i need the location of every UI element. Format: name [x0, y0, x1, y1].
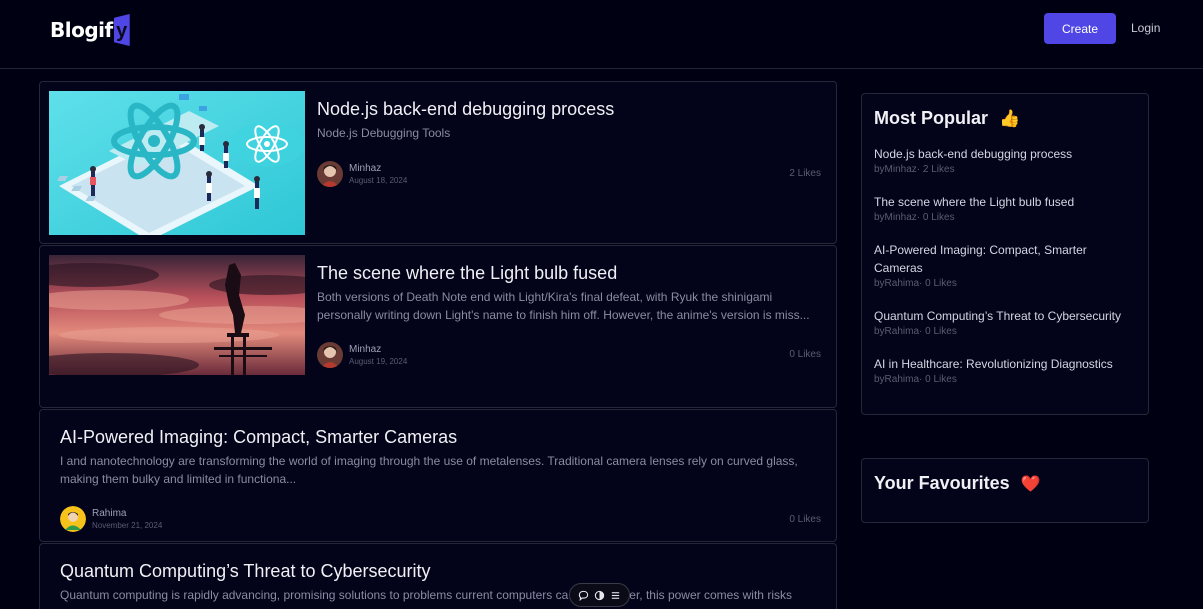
popular-item[interactable]: Node.js back-end debugging process byMin…: [874, 145, 1134, 175]
popular-item-title[interactable]: The scene where the Light bulb fused: [874, 193, 1134, 211]
blogify-logo[interactable]: Blogif y: [50, 14, 130, 46]
post-card[interactable]: Quantum Computing’s Threat to Cybersecur…: [39, 543, 837, 609]
popular-item-meta: byMinhaz· 2 Likes: [874, 164, 955, 175]
favourites-label: Your Favourites: [874, 473, 1010, 493]
post-subtitle: Node.js Debugging Tools: [317, 126, 451, 140]
popular-item-title[interactable]: Quantum Computing’s Threat to Cybersecur…: [874, 307, 1134, 325]
author-name[interactable]: Rahima: [92, 508, 162, 519]
post-thumbnail[interactable]: [49, 91, 305, 235]
popular-item-meta: byRahima· 0 Likes: [874, 326, 957, 337]
heart-icon: ❤️: [1020, 476, 1041, 493]
avatar: [317, 161, 343, 187]
post-date: November 21, 2024: [92, 521, 163, 530]
likes-count: 0 Likes: [789, 349, 821, 360]
favourites-panel: Your Favourites ❤️: [861, 458, 1149, 523]
post-subtitle: I and nanotechnology are transforming th…: [60, 454, 798, 486]
author-meta: Minhaz August 19, 2024: [349, 344, 407, 366]
create-button[interactable]: Create: [1044, 13, 1116, 44]
post-author[interactable]: Rahima November 21, 2024: [60, 506, 162, 532]
author-meta: Minhaz August 18, 2024: [349, 163, 407, 185]
popular-item-meta: byRahima· 0 Likes: [874, 278, 957, 289]
popular-item-meta: byMinhaz· 0 Likes: [874, 212, 955, 223]
likes-count: 2 Likes: [789, 168, 821, 179]
post-title[interactable]: Node.js back-end debugging process: [317, 99, 614, 120]
likes-count: 0 Likes: [789, 514, 821, 525]
thumbs-up-icon: 👍: [999, 109, 1021, 128]
logo-mark: y: [113, 14, 130, 46]
post-subtitle: Both versions of Death Note end with Lig…: [317, 290, 810, 322]
author-name[interactable]: Minhaz: [349, 344, 407, 355]
author-name[interactable]: Minhaz: [349, 163, 407, 174]
popular-item[interactable]: The scene where the Light bulb fused byM…: [874, 193, 1134, 223]
anime-scene-image: [49, 255, 305, 375]
menu-icon[interactable]: [609, 589, 621, 601]
react-illustration-image: [49, 91, 305, 235]
top-navbar: Blogif y Create Login: [0, 0, 1203, 69]
post-title[interactable]: The scene where the Light bulb fused: [317, 263, 617, 284]
post-title[interactable]: Quantum Computing’s Threat to Cybersecur…: [60, 561, 431, 582]
popular-item[interactable]: AI in Healthcare: Revolutionizing Diagno…: [874, 355, 1134, 385]
author-meta: Rahima November 21, 2024: [92, 508, 162, 530]
post-title[interactable]: AI-Powered Imaging: Compact, Smarter Cam…: [60, 427, 457, 448]
popular-item-meta: byRahima· 0 Likes: [874, 374, 957, 385]
popular-item-title[interactable]: AI-Powered Imaging: Compact, Smarter Cam…: [874, 241, 1094, 277]
avatar: [60, 506, 86, 532]
post-subtitle-start: Quantum computing is rapidly advancing, …: [60, 588, 569, 602]
logo-text: Blogif: [50, 18, 113, 42]
login-link[interactable]: Login: [1131, 21, 1160, 35]
most-popular-title: Most Popular 👍: [874, 108, 1020, 129]
avatar: [317, 342, 343, 368]
popular-item-title[interactable]: AI in Healthcare: Revolutionizing Diagno…: [874, 355, 1134, 373]
popular-item[interactable]: Quantum Computing’s Threat to Cybersecur…: [874, 307, 1134, 337]
post-date: August 18, 2024: [349, 176, 408, 185]
post-card[interactable]: The scene where the Light bulb fused Bot…: [39, 245, 837, 408]
floating-toolbar: [569, 583, 630, 607]
toggle-icon[interactable]: [594, 589, 606, 601]
post-subtitle: Quantum computing is rapidly advancing, …: [60, 586, 830, 604]
chat-bubble-icon[interactable]: [578, 589, 590, 601]
most-popular-label: Most Popular: [874, 108, 989, 128]
popular-item[interactable]: AI-Powered Imaging: Compact, Smarter Cam…: [874, 241, 1094, 289]
post-card[interactable]: Node.js back-end debugging process Node.…: [39, 81, 837, 244]
most-popular-panel: Most Popular 👍 Node.js back-end debuggin…: [861, 93, 1149, 415]
post-author[interactable]: Minhaz August 19, 2024: [317, 342, 407, 368]
post-card[interactable]: AI-Powered Imaging: Compact, Smarter Cam…: [39, 409, 837, 542]
popular-item-title[interactable]: Node.js back-end debugging process: [874, 145, 1134, 163]
post-author[interactable]: Minhaz August 18, 2024: [317, 161, 407, 187]
post-thumbnail[interactable]: [49, 255, 305, 375]
favourites-title: Your Favourites ❤️: [874, 473, 1041, 494]
post-date: August 19, 2024: [349, 357, 408, 366]
